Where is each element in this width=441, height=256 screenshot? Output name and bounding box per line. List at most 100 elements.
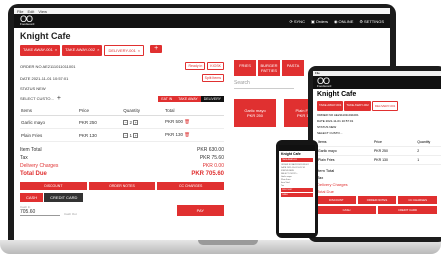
tab-credit-card[interactable]: CREDIT CARD [44,193,84,202]
decrement-button[interactable]: − [123,132,129,138]
select-customer-input[interactable]: SELECT CUSTO... [20,96,54,101]
cc-charges-button[interactable]: CC CHARGES [157,182,225,190]
table-row: Plain Fries PKR 130 1 [317,155,441,165]
tablet-order-tab[interactable]: TAKE AWAY-001 [317,101,344,111]
add-order-button[interactable]: + [150,45,163,53]
split-items-button[interactable]: Split Items [201,74,224,82]
tax-amount: PKR 75.60 [199,155,224,161]
tab-take-away[interactable]: TAKE AWAY [175,95,201,102]
phone-shop-title: Knight Cafe [281,152,301,156]
menu-view[interactable]: View [38,9,47,14]
order-notes-button[interactable]: ORDER NOTES [88,182,156,190]
table-header: Items Price Quantity [317,138,441,147]
quantity-stepper: − 2 + [122,115,164,129]
col-items: Items [20,106,78,116]
cash-out-field[interactable]: Cash Out [64,212,104,216]
tablet-order-tab[interactable]: DELIVERY-001 [371,101,399,111]
item-total-label: Item Total [20,147,42,153]
item-total-value: PKR 500 [164,119,183,124]
tab-cash[interactable]: CASH [20,193,44,202]
delete-icon[interactable]: 🗑 [184,119,190,124]
menu-file[interactable]: File [17,9,23,14]
tax-label: Tax [20,155,28,161]
delivery-amount: PKR 0.00 [202,163,224,169]
tab-eat-in[interactable]: EAT IN [158,95,176,102]
orders-button[interactable]: ▣ Orders [311,19,328,24]
order-tab-delivery-1[interactable]: DELIVERY-001 × [104,45,145,56]
order-no-row: ORDER NO AE2111011011001 Ready in KIOSK [14,60,230,72]
add-customer-icon[interactable]: + [57,95,61,102]
order-actions: DISCOUNT ORDER NOTES CC CHARGES [14,180,230,192]
tax-row: Tax PKR 75.60 [20,154,224,162]
sync-icon: ⟳ [289,18,293,24]
tablet-total-due: Total Due [317,189,334,194]
menu-edit[interactable]: Edit [27,9,34,14]
tablet-select-customer[interactable]: SELECT CUSTO... [313,130,441,136]
close-icon[interactable]: × [55,47,57,54]
product-tile[interactable]: Garlic mayo PKR 250 [234,99,276,127]
increment-button[interactable]: + [133,132,139,138]
item-total: PKR 500 🗑 [163,115,224,129]
col-price: Price [372,138,417,147]
item-price: PKR 250 [77,115,123,129]
category-burger-patties[interactable]: BURGER PATTIES [258,60,280,76]
increment-button[interactable]: + [133,119,139,125]
order-date: DATE 2021-11-01 10:57:01 [20,75,69,81]
ready-in-select[interactable]: Ready in [185,62,206,70]
sync-button[interactable]: ⟳ SYNC [289,19,304,24]
cart-icon: ▣ [310,18,315,24]
decrement-button[interactable]: − [123,119,129,125]
top-nav: ⟳ SYNC ▣ Orders ◉ ONLINE ⚙ SETTINGS [289,19,384,24]
tablet-top-bar: OO Foodsoord [313,76,441,89]
cash-in-value[interactable]: 705.60 [20,209,60,216]
status-row: STATUS NEW [14,84,230,93]
close-icon[interactable]: × [97,47,99,54]
total-due-label: Total Due [20,171,47,177]
delete-icon[interactable]: 🗑 [184,132,190,137]
phone-order-tab[interactable]: TAKE AWAY-001 [281,158,313,162]
order-tab-takeaway-1[interactable]: TAKE AWAY-001 × [20,45,61,56]
category-fries[interactable]: FRIES [234,60,256,76]
laptop-notch [198,240,258,245]
tablet-order-notes-button[interactable]: ORDER NOTES [357,196,397,204]
col-items: Items [317,138,373,147]
item-qty: 1 [129,132,133,138]
cash-in-field[interactable]: Cash In 705.60 [20,205,60,216]
order-tabs: TAKE AWAY-001 × TAKE AWAY-002 × DELIVERY-0… [14,44,390,57]
phone-mockup: Knight Cafe TAKE AWAY-001 ORDER NO AE211… [276,140,318,238]
sync-label: SYNC [293,18,305,24]
pay-button[interactable]: PAY [176,205,224,216]
tablet-tab-cash[interactable]: CASH [317,206,376,214]
item-name: Plain Fries [20,128,78,142]
phone-discount-button[interactable]: DISCOUNT [281,188,313,192]
category-pasta[interactable]: PASTA [282,60,304,76]
settings-label: SETTINGS [363,18,384,24]
order-tab-takeaway-2[interactable]: TAKE AWAY-002 × [62,45,103,56]
item-name: Garlic mayo [20,115,78,129]
tablet-shop-title: Knight Cafe [317,91,357,98]
tablet-order-tab[interactable]: TAKE AWAY-002 [344,101,371,111]
search-input[interactable]: Search [234,80,294,89]
tablet-actions: DISCOUNT ORDER NOTES CC CHARGES [313,195,441,205]
phone-cash-button[interactable]: CASH [281,193,313,197]
tablet-cc-charges-button[interactable]: CC CHARGES [398,196,438,204]
online-button[interactable]: ◉ ONLINE [334,19,353,24]
phone-tax: Tax [281,184,285,187]
item-name: Garlic mayo [317,146,373,156]
item-price: PKR 250 [372,146,417,156]
col-total: Total [163,106,224,116]
discount-button[interactable]: DISCOUNT [20,182,87,190]
item-price: PKR 130 [372,155,417,165]
settings-button[interactable]: ⚙ SETTINGS [359,19,384,24]
tab-delivery[interactable]: DELIVERY [200,95,224,102]
wifi-icon: ◉ [333,18,338,24]
tablet-mockup: File OO Foodsoord Knight Cafe TAKE AWAY-… [308,66,441,242]
tablet-screen: File OO Foodsoord Knight Cafe TAKE AWAY-… [313,71,441,237]
close-icon[interactable]: × [138,48,140,53]
tablet-items-table: Items Price Quantity Garlic mayo PKR 250… [317,138,441,165]
tablet-tab-credit-card[interactable]: CREDIT CARD [378,206,437,214]
col-quantity: Quantity [416,138,441,147]
phone-screen: Knight Cafe TAKE AWAY-001 ORDER NO AE211… [279,145,315,233]
tablet-discount-button[interactable]: DISCOUNT [317,196,356,204]
kiosk-select[interactable]: KIOSK [207,62,224,70]
